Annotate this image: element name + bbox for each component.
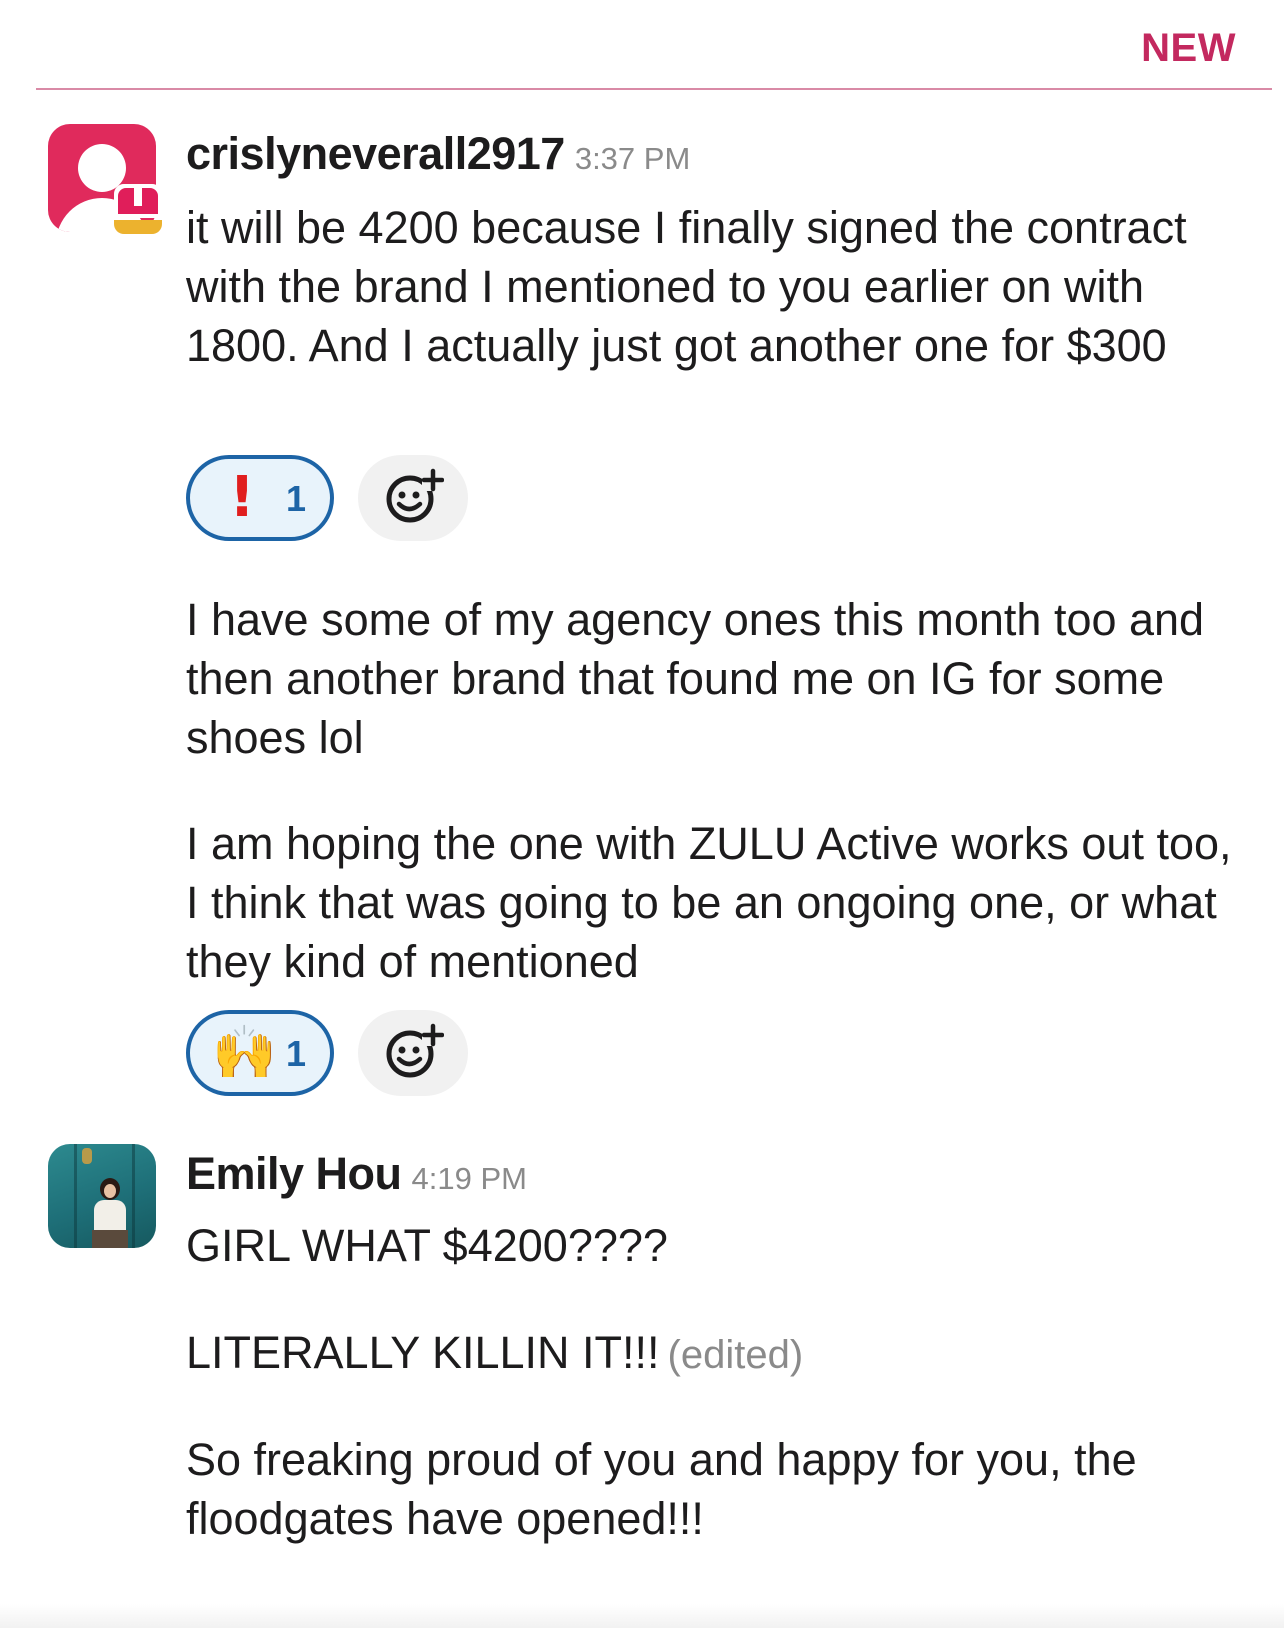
- bottom-fade: [0, 1604, 1284, 1628]
- message-header: crislyneverall2917 3:37 PM: [186, 128, 690, 180]
- message-header: Emily Hou 4:19 PM: [186, 1148, 527, 1200]
- message-text: LITERALLY KILLIN IT!!! (edited): [186, 1323, 1236, 1385]
- reaction-count: 1: [286, 1033, 307, 1074]
- app-badge-icon: [112, 184, 164, 236]
- exclamation-icon: !: [229, 465, 255, 530]
- message-text: I am hoping the one with ZULU Active wor…: [186, 818, 1232, 987]
- edited-label: (edited): [667, 1333, 804, 1377]
- message-text: GIRL WHAT $4200????: [186, 1220, 668, 1271]
- username[interactable]: Emily Hou: [186, 1148, 402, 1199]
- add-reaction-button[interactable]: [358, 1010, 468, 1096]
- add-emoji-icon: [386, 468, 444, 523]
- reaction-count: 1: [286, 478, 307, 519]
- new-messages-divider: NEW: [36, 0, 1284, 92]
- timestamp[interactable]: 4:19 PM: [412, 1161, 527, 1196]
- message-text: I have some of my agency ones this month…: [186, 594, 1205, 763]
- new-label: NEW: [1141, 26, 1236, 70]
- username[interactable]: crislyneverall2917: [186, 128, 565, 179]
- add-reaction-button[interactable]: [358, 455, 468, 541]
- message-text-content: LITERALLY KILLIN IT!!!: [186, 1327, 660, 1378]
- add-emoji-icon: [386, 1023, 444, 1078]
- raised-hands-icon: 🙌: [212, 1024, 277, 1082]
- reaction-pill[interactable]: 🙌 1: [186, 1010, 334, 1096]
- message-text: So freaking proud of you and happy for y…: [186, 1434, 1137, 1544]
- message-text: it will be 4200 because I finally signed…: [186, 202, 1187, 371]
- divider-line: [36, 88, 1272, 90]
- reaction-pill[interactable]: ! 1: [186, 455, 334, 541]
- avatar[interactable]: [48, 1144, 156, 1248]
- timestamp[interactable]: 3:37 PM: [575, 141, 690, 176]
